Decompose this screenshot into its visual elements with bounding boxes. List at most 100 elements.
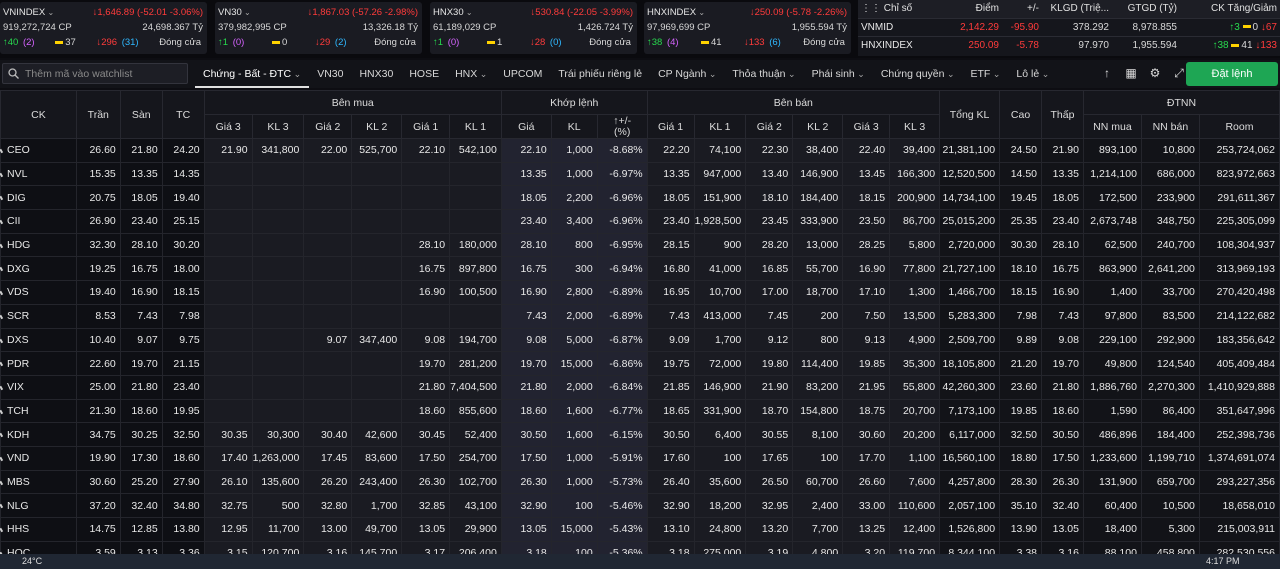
mini-row[interactable]: HNXINDEX 250.09 -5.78 97.970 1,955.594 3…: [858, 35, 1280, 54]
header-symbol[interactable]: CK: [0, 90, 77, 139]
header-reference[interactable]: TC: [161, 90, 205, 139]
cell-symbol[interactable]: PDR: [0, 351, 77, 376]
cell-symbol[interactable]: VIX: [0, 374, 77, 400]
cell-change-pct: -6.94%: [596, 256, 648, 282]
place-order-button[interactable]: Đặt lệnh: [1186, 62, 1278, 86]
market-tab[interactable]: HNX30: [351, 60, 401, 88]
mini-header-volume: KLGD (Triệ...: [1042, 0, 1112, 18]
cell-ask-vol-1: 35,600: [693, 469, 747, 495]
market-tab[interactable]: ETF: [963, 60, 1009, 88]
cell-symbol[interactable]: VDS: [0, 280, 77, 305]
table-row[interactable]: DXG 19.25 16.75 18.00 16.75 897,800 16.75 300 -6…: [0, 256, 1280, 282]
mini-row[interactable]: VNMID 2,142.29 -95.90 378.292 8,978.855 …: [858, 17, 1280, 36]
table-row[interactable]: KDH 34.75 30.25 32.50 30.35 30,300 30.40 42,600…: [0, 422, 1280, 447]
header-match-vol[interactable]: KL: [550, 114, 598, 139]
cell-bid-price-1: 9.08: [401, 327, 451, 353]
table-row[interactable]: PDR 22.60 19.70 21.15 19.70 281,200 19.70 15,00…: [0, 351, 1280, 376]
header-ask-price-3[interactable]: Giá 3: [842, 114, 891, 139]
upload-icon[interactable]: ↑: [1100, 66, 1114, 80]
cell-symbol[interactable]: NVL: [0, 161, 77, 187]
header-bid-vol-2[interactable]: KL 2: [351, 114, 403, 139]
excel-icon[interactable]: ▦: [1124, 66, 1138, 80]
weather-widget[interactable]: 24°C: [22, 556, 42, 566]
index-card[interactable]: VNINDEX 1,646.89 (-52.01 -3.06%) 919,272,7…: [0, 2, 207, 54]
header-bid-price-2[interactable]: Giá 2: [303, 114, 353, 139]
header-bid-vol-3[interactable]: KL 3: [251, 114, 305, 139]
header-foreign-sell[interactable]: NN bán: [1140, 114, 1200, 139]
header-bid-price-3[interactable]: Giá 3: [203, 114, 253, 139]
market-tab[interactable]: Phái sinh: [804, 60, 873, 88]
cell-ask-price-2: 17.65: [745, 445, 794, 471]
table-row[interactable]: TCH 21.30 18.60 19.95 18.60 855,600 18.60 1,600…: [0, 398, 1280, 424]
cell-low: 19.70: [1041, 351, 1084, 376]
cell-ask-vol-3: 7,600: [889, 469, 941, 495]
cell-symbol[interactable]: DXG: [0, 256, 77, 282]
header-floor[interactable]: Sàn: [119, 90, 163, 139]
index-name[interactable]: HNXINDEX: [647, 5, 705, 20]
table-row[interactable]: VIX 25.00 21.80 23.40 21.80 7,404,500 21.80 2,0…: [0, 374, 1280, 400]
index-name[interactable]: HNX30: [433, 5, 473, 20]
cell-symbol[interactable]: VND: [0, 445, 77, 471]
cell-symbol[interactable]: SCR: [0, 303, 77, 329]
cell-symbol[interactable]: HHS: [0, 517, 77, 542]
index-name[interactable]: VN30: [218, 5, 251, 20]
cell-symbol[interactable]: KDH: [0, 422, 77, 447]
header-high[interactable]: Cao: [999, 90, 1042, 139]
market-tab[interactable]: Chứng - Bất - ĐTC: [195, 60, 310, 88]
market-tab[interactable]: CP Ngành: [650, 60, 724, 88]
clock[interactable]: 4:17 PM: [1206, 556, 1240, 566]
table-row[interactable]: HHS 14.75 12.85 13.80 12.95 11,700 13.00 49,700…: [0, 517, 1280, 542]
header-foreign-room[interactable]: Room: [1198, 114, 1280, 139]
table-row[interactable]: DXS 10.40 9.07 9.75 9.07 347,400 9.08 194,700 9.…: [0, 327, 1280, 353]
header-ceiling[interactable]: Trần: [75, 90, 121, 139]
expand-icon[interactable]: ⤢: [1172, 66, 1186, 80]
header-bid-vol-1[interactable]: KL 1: [449, 114, 502, 139]
market-tab[interactable]: Chứng quyền: [873, 60, 963, 88]
header-foreign-buy[interactable]: NN mua: [1082, 114, 1142, 139]
watchlist-search[interactable]: [2, 63, 188, 84]
cell-symbol[interactable]: CEO: [0, 138, 77, 163]
cell-symbol[interactable]: TCH: [0, 398, 77, 424]
table-row[interactable]: MBS 30.60 25.20 27.90 26.10 135,600 26.20 243,4…: [0, 469, 1280, 495]
header-ask-price-2[interactable]: Giá 2: [745, 114, 794, 139]
cell-symbol[interactable]: DXS: [0, 327, 77, 353]
header-change-pct[interactable]: +/- (%): [596, 114, 648, 139]
table-row[interactable]: NVL 15.35 13.35 14.35 13.35 1,000 -6.97% 13.35 9…: [0, 161, 1280, 187]
cell-symbol[interactable]: NLG: [0, 493, 77, 518]
index-card[interactable]: VN30 1,867.03 (-57.26 -2.98%) 379,982,995 …: [215, 2, 422, 54]
index-card[interactable]: HNXINDEX 250.09 (-5.78 -2.26%) 97,969,699 …: [644, 2, 851, 54]
header-total-volume[interactable]: Tổng KL: [939, 90, 1001, 139]
header-ask-vol-2[interactable]: KL 2: [792, 114, 844, 139]
header-ask-vol-3[interactable]: KL 3: [889, 114, 941, 139]
table-row[interactable]: NLG 37.20 32.40 34.80 32.75 500 32.80 1,700 32.8…: [0, 493, 1280, 518]
header-ask-vol-1[interactable]: KL 1: [693, 114, 747, 139]
table-row[interactable]: CEO 26.60 21.80 24.20 21.90 341,800 22.00 525,7…: [0, 138, 1280, 163]
table-row[interactable]: CII 26.90 23.40 25.15 23.40 3,400 -6.96% 23.40 1…: [0, 209, 1280, 234]
search-input[interactable]: [25, 66, 185, 82]
market-tab[interactable]: Thỏa thuận: [724, 60, 803, 88]
drag-icon[interactable]: ⋮⋮: [861, 3, 881, 14]
market-tab[interactable]: HOSE: [401, 60, 447, 88]
table-row[interactable]: VDS 19.40 16.90 18.15 16.90 100,500 16.90 2,800…: [0, 280, 1280, 305]
header-ask-price-1[interactable]: Giá 1: [646, 114, 695, 139]
cell-symbol[interactable]: MBS: [0, 469, 77, 495]
table-row[interactable]: SCR 8.53 7.43 7.98 7.43 2,000 -6.89% 7.43 413,00…: [0, 303, 1280, 329]
index-card[interactable]: HNX30 530.84 (-22.05 -3.99%) 61,189,029 CP…: [430, 2, 637, 54]
header-low[interactable]: Thấp: [1041, 90, 1084, 139]
table-row[interactable]: DIG 20.75 18.05 19.40 18.05 2,200 -6.96% 18.05 1…: [0, 185, 1280, 211]
market-tab[interactable]: Trái phiếu riêng lẻ: [550, 60, 650, 88]
index-name[interactable]: VNINDEX: [3, 5, 54, 20]
table-row[interactable]: VND 19.90 17.30 18.60 17.40 1,263,000 17.45 83,…: [0, 445, 1280, 471]
gear-icon[interactable]: ⚙: [1148, 66, 1162, 80]
mini-header-point: Điểm: [944, 0, 1002, 18]
cell-symbol[interactable]: HDG: [0, 232, 77, 258]
header-match-price[interactable]: Giá: [500, 114, 552, 139]
market-tab[interactable]: Lô lẻ: [1008, 60, 1057, 88]
market-tab[interactable]: VN30: [309, 60, 351, 88]
market-tab[interactable]: HNX: [447, 60, 495, 88]
cell-symbol[interactable]: DIG: [0, 185, 77, 211]
header-bid-price-1[interactable]: Giá 1: [401, 114, 451, 139]
cell-symbol[interactable]: CII: [0, 209, 77, 234]
table-row[interactable]: HDG 32.30 28.10 30.20 28.10 180,000 28.10 800 -6…: [0, 232, 1280, 258]
market-tab[interactable]: UPCOM: [495, 60, 550, 88]
